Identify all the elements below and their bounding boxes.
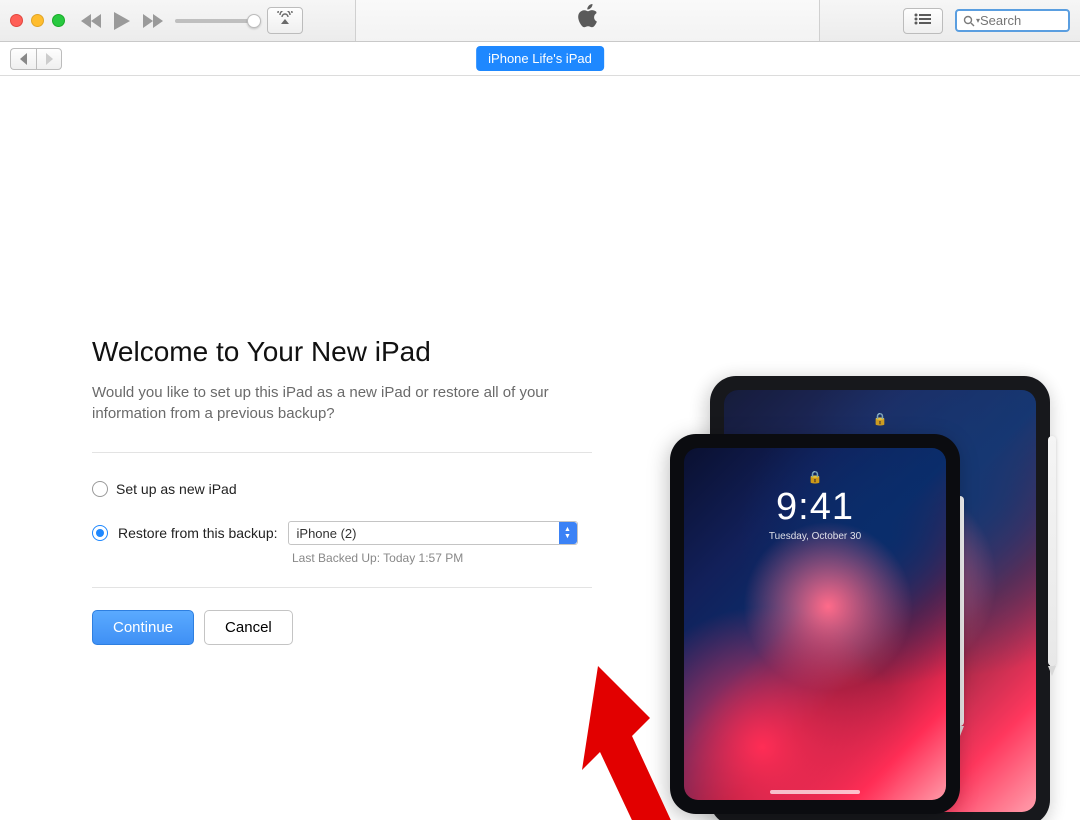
radio-unchecked-icon xyxy=(92,481,108,497)
lockscreen-date: Tuesday, October 30 xyxy=(684,531,946,542)
volume-slider[interactable] xyxy=(175,19,255,23)
search-input[interactable] xyxy=(980,13,1058,28)
device-illustration: 🔒 🔒 9:41 Tuesday, October 30 xyxy=(670,376,1080,820)
lockscreen-time: 9:41 xyxy=(684,486,946,529)
airplay-button[interactable] xyxy=(267,7,303,34)
nav-back-forward xyxy=(10,48,62,70)
radio-checked-icon xyxy=(92,525,108,541)
ipad-front-image: 🔒 9:41 Tuesday, October 30 xyxy=(670,434,960,814)
list-view-button[interactable] xyxy=(903,8,943,34)
forward-button[interactable] xyxy=(36,48,62,70)
lock-icon: 🔒 xyxy=(684,470,946,484)
select-stepper-icon: ▲▼ xyxy=(559,522,577,544)
divider xyxy=(92,452,592,453)
last-backed-up-label: Last Backed Up: Today 1:57 PM xyxy=(292,551,592,565)
main-content: Welcome to Your New iPad Would you like … xyxy=(0,76,1080,645)
minimize-window-button[interactable] xyxy=(31,14,44,27)
playback-controls xyxy=(81,11,163,31)
back-button[interactable] xyxy=(10,48,36,70)
backup-selected-value: iPhone (2) xyxy=(297,526,357,541)
apple-logo-icon xyxy=(576,4,600,37)
option-label: Restore from this backup: xyxy=(118,525,278,541)
close-window-button[interactable] xyxy=(10,14,23,27)
cancel-button[interactable]: Cancel xyxy=(204,610,293,645)
search-field[interactable]: ▾ xyxy=(955,9,1070,32)
action-buttons: Continue Cancel xyxy=(92,610,592,645)
apple-pencil-image xyxy=(1048,436,1056,666)
play-button[interactable] xyxy=(113,11,131,31)
backup-select[interactable]: iPhone (2) ▲▼ xyxy=(288,521,578,545)
page-subtitle: Would you like to set up this iPad as a … xyxy=(92,382,592,424)
window-toolbar: ▾ xyxy=(0,0,1080,42)
search-icon: ▾ xyxy=(963,15,980,27)
option-label: Set up as new iPad xyxy=(116,481,237,497)
previous-track-button[interactable] xyxy=(81,13,103,29)
navigation-bar: iPhone Life's iPad xyxy=(0,42,1080,76)
lock-icon: 🔒 xyxy=(724,412,1036,426)
page-title: Welcome to Your New iPad xyxy=(92,336,592,368)
next-track-button[interactable] xyxy=(141,13,163,29)
divider xyxy=(92,587,592,588)
continue-button[interactable]: Continue xyxy=(92,610,194,645)
zoom-window-button[interactable] xyxy=(52,14,65,27)
option-setup-new[interactable]: Set up as new iPad xyxy=(92,481,592,497)
device-name-pill[interactable]: iPhone Life's iPad xyxy=(476,46,604,71)
now-playing-well xyxy=(355,0,820,41)
window-controls xyxy=(10,14,65,27)
option-restore-backup[interactable]: Restore from this backup: iPhone (2) ▲▼ xyxy=(92,521,592,545)
